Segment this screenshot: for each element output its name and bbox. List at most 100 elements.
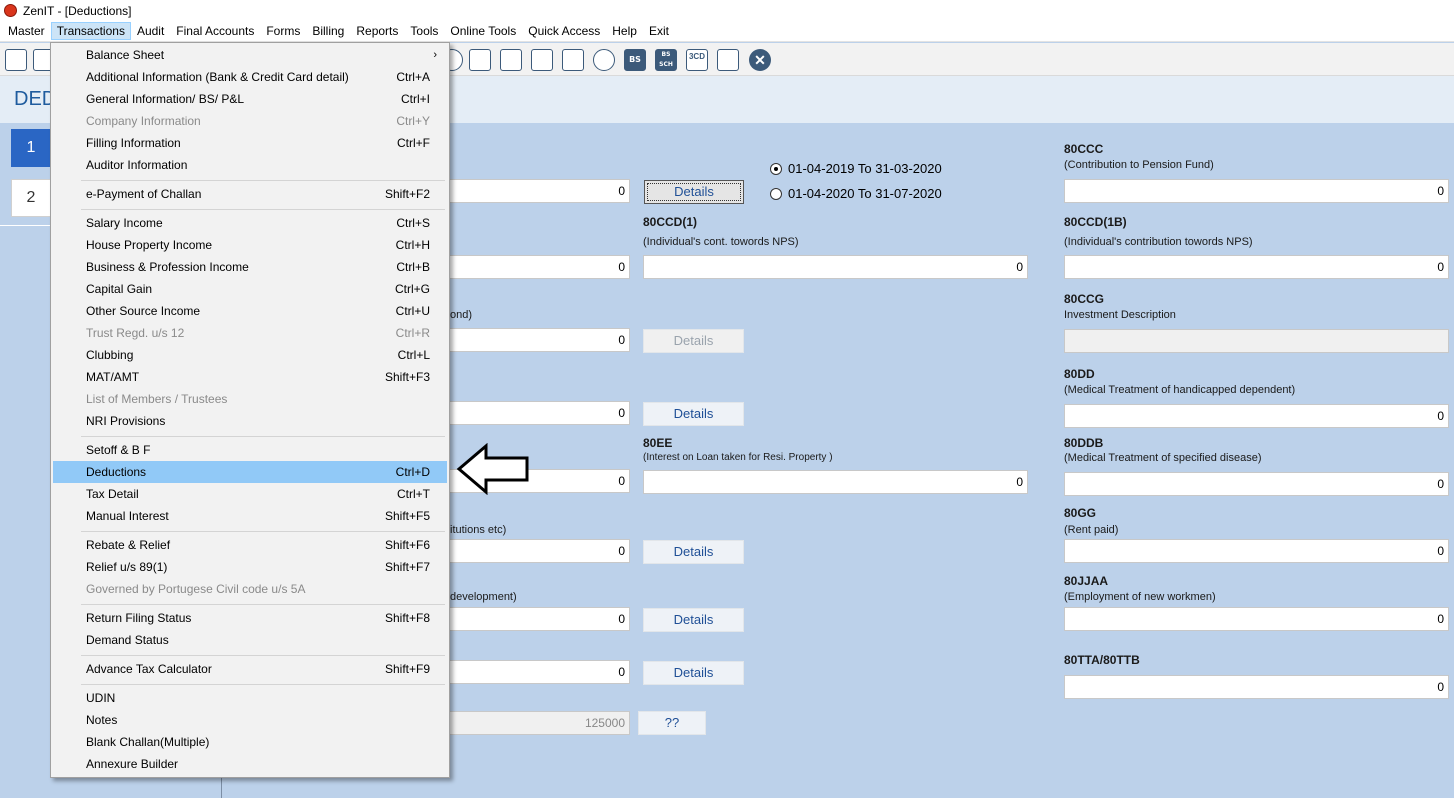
menu-item-trust-regd: Trust Regd. u/s 12 Ctrl+R — [86, 326, 430, 340]
deduction-input-2[interactable]: 0 — [440, 255, 630, 279]
input-80ccg[interactable] — [1064, 329, 1449, 353]
form-icon[interactable] — [717, 49, 739, 71]
menu-item-clubbing[interactable]: Clubbing Ctrl+L — [53, 344, 447, 366]
title-bar: ZenIT - [Deductions] — [0, 0, 1454, 21]
menu-separator — [81, 604, 445, 605]
menu-item-auditor-information[interactable]: Auditor Information — [53, 154, 447, 176]
menu-item-e-payment-challan[interactable]: e-Payment of Challan Shift+F2 — [53, 183, 447, 205]
zenit-app-icon — [4, 4, 17, 17]
input-80gg[interactable]: 0 — [1064, 539, 1449, 563]
input-80jjaa[interactable]: 0 — [1064, 607, 1449, 631]
input-80ddb[interactable]: 0 — [1064, 472, 1449, 496]
details-button-5[interactable]: Details — [643, 608, 744, 632]
menu-item-manual-interest[interactable]: Manual Interest Shift+F5 — [53, 505, 447, 527]
menu-item-deductions[interactable]: Deductions Ctrl+D — [53, 461, 447, 483]
menu-item-filling-information[interactable]: Filling Information Ctrl+F — [53, 132, 447, 154]
input-80ccd1b[interactable]: 0 — [1064, 255, 1449, 279]
deduction-input-7[interactable]: 0 — [440, 607, 630, 631]
period-option-1[interactable]: 01-04-2019 To 31-03-2020 — [770, 161, 942, 176]
menu-billing[interactable]: Billing — [306, 22, 350, 40]
details-button-2[interactable]: Details — [643, 329, 744, 353]
menu-item-return-filing-status[interactable]: Return Filing Status Shift+F8 — [53, 607, 447, 629]
label-80ccd1: 80CCD(1) — [643, 215, 698, 229]
menu-item-udin[interactable]: UDIN — [53, 687, 447, 709]
menu-item-tax-detail[interactable]: Tax Detail Ctrl+T — [53, 483, 447, 505]
deduction-input-4[interactable]: 0 — [440, 401, 630, 425]
menu-online-tools[interactable]: Online Tools — [444, 22, 522, 40]
menu-separator — [81, 531, 445, 532]
menu-final-accounts[interactable]: Final Accounts — [170, 22, 260, 40]
input-80tta[interactable]: 0 — [1064, 675, 1449, 699]
menu-audit[interactable]: Audit — [131, 22, 170, 40]
desc-80ccd1b: (Individual's contribution towords NPS) — [1064, 236, 1253, 248]
folder-add-icon[interactable] — [562, 49, 584, 71]
menu-item-nri-provisions[interactable]: NRI Provisions — [53, 410, 447, 432]
menu-reports[interactable]: Reports — [350, 22, 404, 40]
deduction-input-1[interactable]: 0 — [440, 179, 630, 203]
deduction-input-6[interactable]: 0 — [440, 539, 630, 563]
deduction-input-8[interactable]: 0 — [440, 660, 630, 684]
menu-tools[interactable]: Tools — [404, 22, 444, 40]
menu-item-annexure-builder[interactable]: Annexure Builder — [53, 753, 447, 775]
details-button-3[interactable]: Details — [643, 402, 744, 426]
menu-item-demand-status[interactable]: Demand Status — [53, 629, 447, 651]
partial-label-bond: ond) — [450, 309, 473, 321]
chat-icon[interactable] — [593, 49, 615, 71]
deduction-input-3[interactable]: 0 — [440, 328, 630, 352]
menu-item-business-profession-income[interactable]: Business & Profession Income Ctrl+B — [53, 256, 447, 278]
menu-item-setoff-bf[interactable]: Setoff & B F — [53, 439, 447, 461]
period-option-2[interactable]: 01-04-2020 To 31-07-2020 — [770, 186, 942, 201]
menu-item-advance-tax-calculator[interactable]: Advance Tax Calculator Shift+F9 — [53, 658, 447, 680]
menu-transactions[interactable]: Transactions — [50, 22, 131, 40]
calendar-icon[interactable] — [531, 49, 553, 71]
label-80ee: 80EE — [643, 436, 673, 450]
menu-item-blank-challan[interactable]: Blank Challan(Multiple) — [53, 731, 447, 753]
menu-item-other-source-income[interactable]: Other Source Income Ctrl+U — [53, 300, 447, 322]
menu-help[interactable]: Help — [606, 22, 643, 40]
input-80ccd1[interactable]: 0 — [643, 255, 1028, 279]
input-80ee[interactable]: 0 — [643, 470, 1028, 494]
pointer-arrow-icon — [456, 443, 529, 495]
menu-bar: Master Transactions Audit Final Accounts… — [0, 21, 1454, 42]
input-80ccc[interactable]: 0 — [1064, 179, 1449, 203]
label-80ccd1b: 80CCD(1B) — [1064, 215, 1127, 229]
menu-item-capital-gain[interactable]: Capital Gain Ctrl+G — [53, 278, 447, 300]
details-button-6[interactable]: Details — [643, 661, 744, 685]
close-icon[interactable]: ✕ — [749, 49, 771, 71]
3cd-icon[interactable]: 3CD — [686, 49, 708, 71]
desc-80ccg: Investment Description — [1064, 309, 1176, 321]
menu-separator — [81, 180, 445, 181]
deduction-limit-input[interactable]: 125000 — [440, 711, 630, 735]
page-button-1[interactable]: 1 — [11, 129, 51, 167]
desc-80ccd1: (Individual's cont. towords NPS) — [643, 236, 799, 248]
person-doc-icon[interactable] — [500, 49, 522, 71]
bs-sch-icon[interactable]: BS SCH — [655, 49, 677, 71]
menu-item-house-property-income[interactable]: House Property Income Ctrl+H — [53, 234, 447, 256]
document-list-icon[interactable] — [469, 49, 491, 71]
details-button-4[interactable]: Details — [643, 540, 744, 564]
menu-forms[interactable]: Forms — [260, 22, 306, 40]
chevron-right-icon: › — [433, 49, 437, 61]
details-button-1[interactable]: Details — [644, 180, 744, 204]
menu-item-notes[interactable]: Notes — [53, 709, 447, 731]
menu-quick-access[interactable]: Quick Access — [522, 22, 606, 40]
radio-unchecked[interactable] — [770, 187, 782, 200]
menu-exit[interactable]: Exit — [643, 22, 675, 40]
menu-item-relief-89[interactable]: Relief u/s 89(1) Shift+F7 — [53, 556, 447, 578]
menu-item-general-information[interactable]: General Information/ BS/ P&L Ctrl+I — [53, 88, 447, 110]
menu-item-additional-information[interactable]: Additional Information (Bank & Credit Ca… — [53, 66, 447, 88]
menu-separator — [81, 655, 445, 656]
menu-item-list-of-members: List of Members / Trustees — [86, 392, 228, 406]
menu-item-rebate-relief[interactable]: Rebate & Relief Shift+F6 — [53, 534, 447, 556]
desc-80jjaa: (Employment of new workmen) — [1064, 591, 1216, 603]
input-80dd[interactable]: 0 — [1064, 404, 1449, 428]
radio-checked[interactable] — [770, 162, 782, 175]
bs-icon[interactable]: BS — [624, 49, 646, 71]
page-button-2[interactable]: 2 — [11, 179, 51, 217]
menu-master[interactable]: Master — [2, 22, 51, 40]
menu-item-mat-amt[interactable]: MAT/AMT Shift+F3 — [53, 366, 447, 388]
menu-item-salary-income[interactable]: Salary Income Ctrl+S — [53, 212, 447, 234]
help-button[interactable]: ?? — [638, 711, 706, 735]
rupee-doc-icon[interactable] — [5, 49, 27, 71]
menu-item-balance-sheet[interactable]: Balance Sheet › — [53, 44, 447, 66]
